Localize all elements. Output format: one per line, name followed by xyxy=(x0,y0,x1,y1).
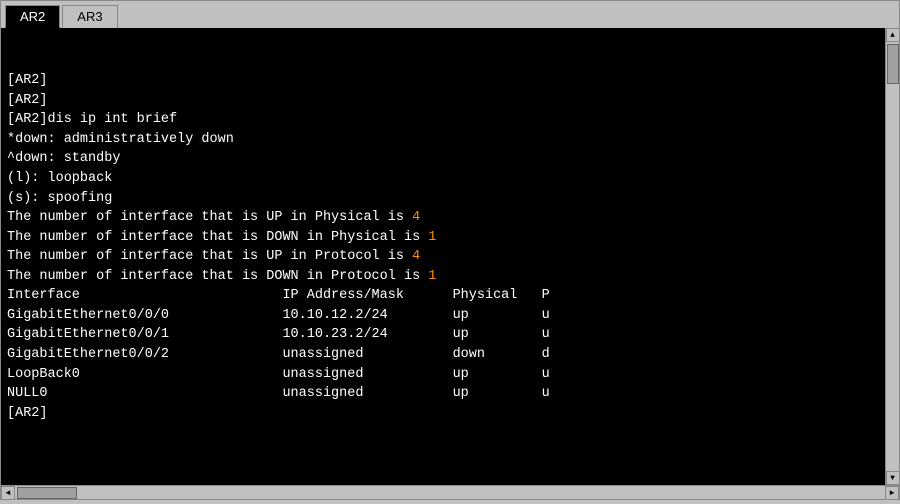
terminal-line: LoopBack0 unassigned up u xyxy=(7,365,879,385)
terminal-line: (s): spoofing xyxy=(7,189,879,209)
terminal-line: *down: administratively down xyxy=(7,130,879,150)
terminal-line: GigabitEthernet0/0/2 unassigned down d xyxy=(7,345,879,365)
scroll-h-thumb[interactable] xyxy=(17,487,77,499)
tab-bar: AR2 AR3 xyxy=(1,1,899,28)
scroll-right-button[interactable]: ► xyxy=(885,486,899,500)
scroll-track xyxy=(886,42,899,471)
scroll-up-button[interactable]: ▲ xyxy=(886,28,900,42)
terminal-line: [AR2] xyxy=(7,404,879,424)
horizontal-scrollbar: ◄ ► xyxy=(1,485,899,499)
terminal-container: [AR2][AR2][AR2]dis ip int brief*down: ad… xyxy=(1,28,899,485)
scroll-h-track xyxy=(15,486,885,499)
terminal-line: Interface IP Address/Mask Physical P xyxy=(7,286,879,306)
tab-ar2[interactable]: AR2 xyxy=(5,5,60,28)
terminal-line: The number of interface that is UP in Pr… xyxy=(7,247,879,267)
terminal-line: The number of interface that is UP in Ph… xyxy=(7,208,879,228)
terminal-line: [AR2] xyxy=(7,91,879,111)
tab-ar3[interactable]: AR3 xyxy=(62,5,117,28)
scroll-down-button[interactable]: ▼ xyxy=(886,471,900,485)
terminal-output[interactable]: [AR2][AR2][AR2]dis ip int brief*down: ad… xyxy=(1,28,885,485)
terminal-line: (l): loopback xyxy=(7,169,879,189)
terminal-line: GigabitEthernet0/0/0 10.10.12.2/24 up u xyxy=(7,306,879,326)
vertical-scrollbar[interactable]: ▲ ▼ xyxy=(885,28,899,485)
terminal-line: The number of interface that is DOWN in … xyxy=(7,228,879,248)
terminal-line: ^down: standby xyxy=(7,149,879,169)
terminal-line: [AR2]dis ip int brief xyxy=(7,110,879,130)
terminal-line: [AR2] xyxy=(7,71,879,91)
terminal-line: NULL0 unassigned up u xyxy=(7,384,879,404)
terminal-line: The number of interface that is DOWN in … xyxy=(7,267,879,287)
main-window: AR2 AR3 [AR2][AR2][AR2]dis ip int brief*… xyxy=(0,0,900,500)
scroll-left-button[interactable]: ◄ xyxy=(1,486,15,500)
scroll-thumb[interactable] xyxy=(887,44,899,84)
terminal-line: GigabitEthernet0/0/1 10.10.23.2/24 up u xyxy=(7,325,879,345)
